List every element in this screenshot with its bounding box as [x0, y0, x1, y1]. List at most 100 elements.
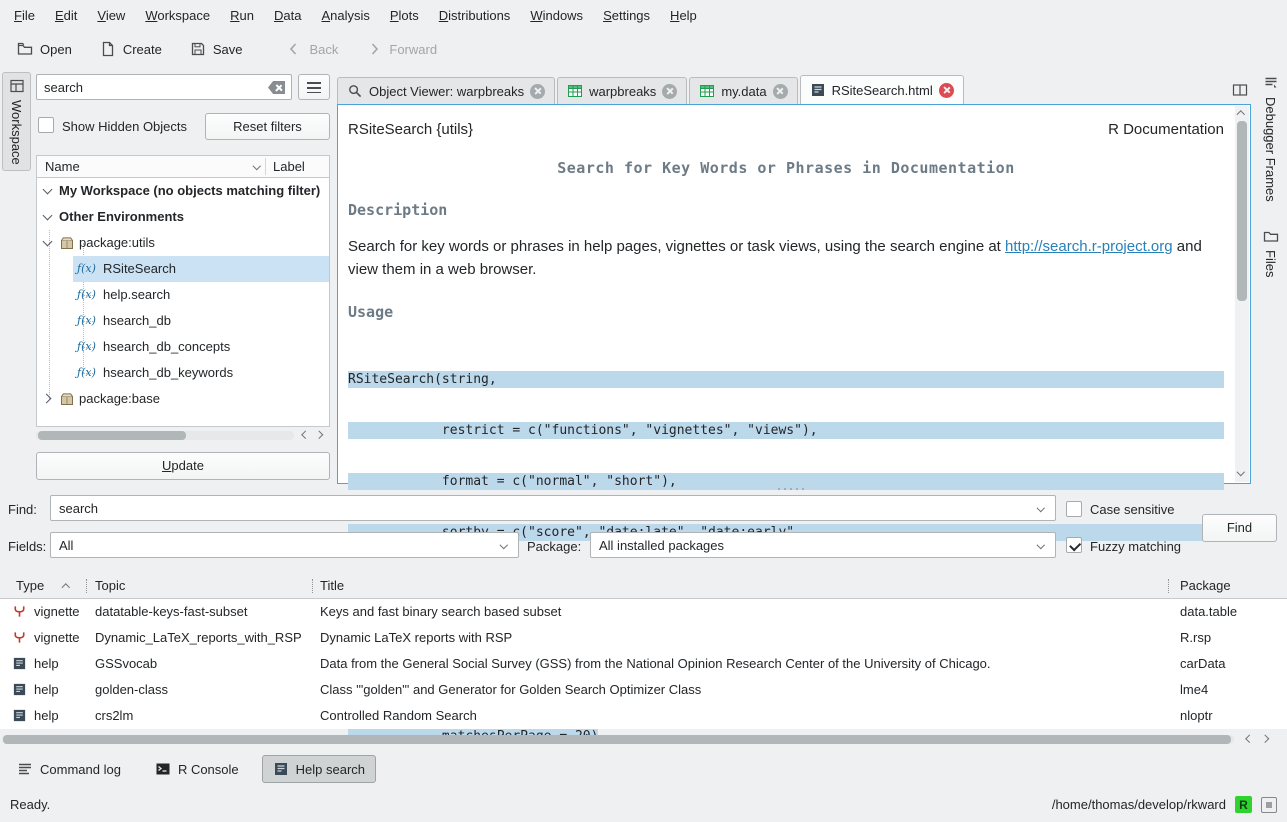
- tree-item-package-utils[interactable]: package:utils: [37, 230, 329, 256]
- menu-run[interactable]: Run: [220, 2, 264, 29]
- search-r-project-link[interactable]: http://search.r-project.org: [1005, 238, 1173, 255]
- dock-tab-files[interactable]: Files: [1261, 223, 1281, 282]
- tab-my-data[interactable]: my.data: [689, 77, 797, 104]
- find-term-combobox[interactable]: search: [50, 495, 1056, 521]
- menu-help-label: Help: [670, 8, 697, 23]
- column-divider[interactable]: [265, 158, 266, 175]
- scroll-left-icon[interactable]: [1244, 735, 1254, 745]
- tree-item-rsitesearch[interactable]: ƒ(x) RSiteSearch: [37, 256, 329, 282]
- package-label: Package:: [527, 539, 581, 554]
- create-button[interactable]: Create: [93, 36, 169, 62]
- package-combobox[interactable]: All installed packages: [590, 532, 1056, 558]
- result-row[interactable]: vignette Dynamic_LaTeX_reports_with_RSP …: [0, 625, 1287, 651]
- result-row[interactable]: help GSSvocab Data from the General Soci…: [0, 651, 1287, 677]
- engine-status-icon[interactable]: [1261, 797, 1277, 813]
- command-log-icon: [17, 761, 33, 777]
- find-button[interactable]: Find: [1202, 514, 1277, 542]
- scrollbar-handle[interactable]: [38, 431, 186, 440]
- menu-data[interactable]: Data: [264, 2, 311, 29]
- scroll-up-icon[interactable]: [1237, 109, 1247, 119]
- update-button[interactable]: Update: [36, 452, 330, 480]
- tab-label: warpbreaks: [589, 84, 656, 99]
- expander-open-icon[interactable]: [43, 238, 53, 248]
- fields-combobox[interactable]: All: [50, 532, 519, 558]
- close-tab-icon[interactable]: [773, 84, 788, 99]
- toolview-help-search[interactable]: Help search: [262, 755, 376, 783]
- column-separator[interactable]: [86, 579, 87, 593]
- tab-object-viewer-warpbreaks[interactable]: Object Viewer: warpbreaks: [337, 77, 555, 104]
- tree-item-my-workspace[interactable]: My Workspace (no objects matching filter…: [37, 178, 329, 204]
- vignette-icon: [12, 630, 27, 645]
- dock-tab-workspace[interactable]: Workspace: [2, 72, 31, 171]
- help-page-icon: [12, 682, 27, 697]
- case-sensitive-checkbox[interactable]: [1066, 501, 1082, 517]
- menu-view-label: View: [97, 8, 125, 23]
- close-tab-icon[interactable]: [530, 84, 545, 99]
- scroll-right-icon[interactable]: [1262, 735, 1272, 745]
- result-topic: crs2lm: [95, 708, 133, 723]
- close-tab-icon[interactable]: [939, 83, 954, 98]
- show-hidden-objects-checkbox[interactable]: [38, 117, 54, 133]
- tree-item-label: hsearch_db: [103, 313, 171, 328]
- menu-edit[interactable]: Edit: [45, 2, 87, 29]
- open-button[interactable]: Open: [10, 36, 79, 62]
- scroll-right-icon[interactable]: [316, 431, 326, 441]
- menu-windows[interactable]: Windows: [520, 2, 593, 29]
- column-separator[interactable]: [312, 579, 313, 593]
- toolview-r-console[interactable]: R Console: [144, 755, 250, 783]
- reset-filters-button[interactable]: Reset filters: [205, 113, 330, 140]
- result-row[interactable]: vignette datatable-keys-fast-subset Keys…: [0, 599, 1287, 625]
- package-icon: [59, 391, 75, 407]
- r-engine-status-badge[interactable]: R: [1235, 796, 1252, 813]
- object-search-input[interactable]: [36, 74, 292, 100]
- scroll-left-icon[interactable]: [300, 431, 310, 441]
- fuzzy-matching-checkbox[interactable]: [1066, 537, 1082, 553]
- column-separator[interactable]: [1168, 579, 1169, 593]
- menu-help[interactable]: Help: [660, 2, 707, 29]
- close-tab-icon[interactable]: [662, 84, 677, 99]
- case-sensitive-label: Case sensitive: [1090, 502, 1175, 517]
- result-row[interactable]: help crs2lm Controlled Random Search nlo…: [0, 703, 1287, 729]
- menu-workspace[interactable]: Workspace: [135, 2, 220, 29]
- tree-item-label: help.search: [103, 287, 170, 302]
- expander-closed-icon[interactable]: [43, 394, 53, 404]
- update-button-label: Update: [37, 453, 329, 479]
- expander-open-icon[interactable]: [43, 186, 53, 196]
- column-header-title[interactable]: Title: [320, 578, 344, 593]
- tree-item-help-search[interactable]: ƒ(x) help.search: [37, 282, 329, 308]
- tree-item-hsearch-db[interactable]: ƒ(x) hsearch_db: [37, 308, 329, 334]
- scroll-down-icon[interactable]: [1237, 469, 1247, 479]
- search-options-button[interactable]: [298, 74, 330, 100]
- menu-plots[interactable]: Plots: [380, 2, 429, 29]
- tree-item-other-environments[interactable]: Other Environments: [37, 204, 329, 230]
- result-row[interactable]: help golden-class Class '"golden"' and G…: [0, 677, 1287, 703]
- column-header-type[interactable]: Type: [16, 578, 44, 593]
- tree-item-hsearch-db-concepts[interactable]: ƒ(x) hsearch_db_concepts: [37, 334, 329, 360]
- back-button[interactable]: Back: [279, 36, 345, 62]
- menu-settings[interactable]: Settings: [593, 2, 660, 29]
- forward-button[interactable]: Forward: [359, 36, 444, 62]
- tab-warpbreaks[interactable]: warpbreaks: [557, 77, 687, 104]
- tree-item-label: package:utils: [79, 235, 155, 250]
- code-line: RSiteSearch(string,: [348, 371, 1224, 388]
- expander-open-icon[interactable]: [43, 212, 53, 222]
- tab-rsitesearch-html[interactable]: RSiteSearch.html: [800, 75, 964, 104]
- splitter-handle[interactable]: [778, 488, 780, 490]
- column-header-label[interactable]: Label: [273, 159, 305, 174]
- menu-distributions[interactable]: Distributions: [429, 2, 521, 29]
- function-icon: ƒ(x): [77, 366, 96, 379]
- dock-tab-debugger-frames[interactable]: Debugger Frames: [1261, 70, 1281, 207]
- scrollbar-handle[interactable]: [3, 735, 1231, 744]
- menu-view[interactable]: View: [87, 2, 135, 29]
- save-button[interactable]: Save: [183, 36, 250, 62]
- menu-analysis[interactable]: Analysis: [311, 2, 379, 29]
- split-view-button[interactable]: [1229, 79, 1251, 101]
- toolview-command-log[interactable]: Command log: [6, 755, 132, 783]
- column-header-name[interactable]: Name: [45, 159, 80, 174]
- column-header-package[interactable]: Package: [1180, 578, 1231, 593]
- column-header-topic[interactable]: Topic: [95, 578, 125, 593]
- tree-item-package-base[interactable]: package:base: [37, 386, 329, 412]
- tree-item-hsearch-db-keywords[interactable]: ƒ(x) hsearch_db_keywords: [37, 360, 329, 386]
- scrollbar-handle[interactable]: [1237, 121, 1247, 301]
- menu-file[interactable]: File: [4, 2, 45, 29]
